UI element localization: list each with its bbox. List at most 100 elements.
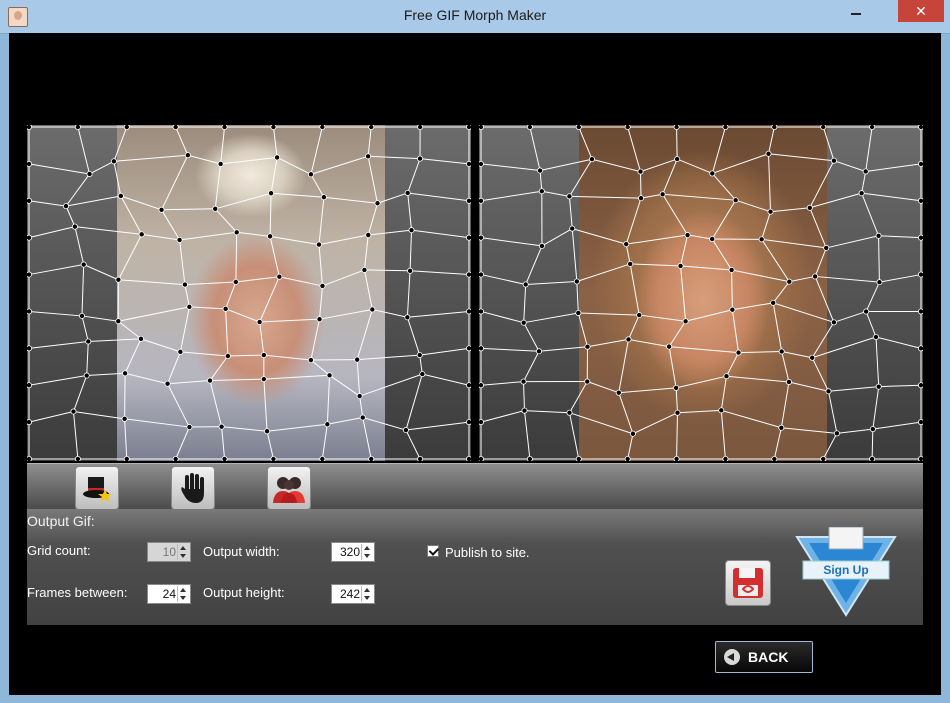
source-image-panel[interactable]: [27, 125, 471, 461]
mesh-control-point[interactable]: [479, 382, 484, 389]
mesh-control-point[interactable]: [466, 197, 471, 204]
mesh-control-point[interactable]: [873, 334, 880, 341]
mesh-control-point[interactable]: [138, 231, 145, 238]
people-button[interactable]: [267, 466, 311, 510]
mesh-control-point[interactable]: [27, 125, 32, 130]
mesh-control-point[interactable]: [138, 335, 145, 342]
mesh-control-point[interactable]: [222, 305, 229, 312]
mesh-control-point[interactable]: [666, 343, 673, 350]
mesh-control-point[interactable]: [233, 229, 240, 236]
mesh-control-point[interactable]: [636, 312, 643, 319]
back-button[interactable]: BACK: [715, 641, 813, 673]
mesh-control-point[interactable]: [771, 456, 778, 461]
mesh-control-point[interactable]: [479, 271, 484, 278]
mesh-control-point[interactable]: [62, 203, 69, 210]
mesh-control-point[interactable]: [728, 266, 735, 273]
mesh-control-point[interactable]: [361, 266, 368, 273]
mesh-control-point[interactable]: [858, 190, 865, 197]
mesh-control-point[interactable]: [206, 377, 213, 384]
mesh-control-point[interactable]: [479, 419, 484, 426]
mesh-control-point[interactable]: [85, 338, 92, 345]
mesh-control-point[interactable]: [718, 407, 725, 414]
mesh-control-point[interactable]: [417, 155, 424, 162]
mesh-control-point[interactable]: [320, 194, 327, 201]
mesh-control-point[interactable]: [369, 306, 376, 313]
mesh-control-point[interactable]: [659, 191, 666, 198]
mesh-control-point[interactable]: [307, 357, 314, 364]
grid-count-spin-arrows-icon[interactable]: [177, 544, 189, 560]
mesh-control-point[interactable]: [256, 319, 263, 326]
mesh-control-point[interactable]: [270, 125, 277, 130]
mesh-control-point[interactable]: [466, 234, 471, 241]
mesh-control-point[interactable]: [74, 125, 81, 130]
mesh-control-point[interactable]: [833, 430, 840, 437]
mesh-control-point[interactable]: [830, 157, 837, 164]
mesh-control-point[interactable]: [786, 278, 793, 285]
mesh-control-points[interactable]: [479, 125, 923, 461]
mesh-control-point[interactable]: [186, 424, 193, 431]
mesh-control-point[interactable]: [123, 125, 130, 130]
mesh-control-point[interactable]: [417, 125, 424, 130]
mesh-control-point[interactable]: [218, 423, 225, 430]
mesh-control-point[interactable]: [172, 125, 179, 130]
mesh-control-point[interactable]: [538, 242, 545, 249]
mesh-control-point[interactable]: [27, 345, 32, 352]
mesh-control-point[interactable]: [918, 345, 923, 352]
mesh-control-point[interactable]: [575, 309, 582, 316]
mesh-control-point[interactable]: [729, 306, 736, 313]
mesh-control-point[interactable]: [27, 197, 32, 204]
mesh-control-point[interactable]: [221, 456, 228, 461]
mesh-control-point[interactable]: [785, 378, 792, 385]
mesh-control-point[interactable]: [368, 456, 375, 461]
mesh-control-point[interactable]: [538, 188, 545, 195]
mesh-control-point[interactable]: [875, 383, 882, 390]
mesh-control-point[interactable]: [164, 380, 171, 387]
mesh-control-point[interactable]: [735, 349, 742, 356]
mesh-control-point[interactable]: [526, 456, 533, 461]
mesh-control-point[interactable]: [722, 125, 729, 130]
mesh-control-point[interactable]: [709, 235, 716, 242]
mesh-control-point[interactable]: [479, 125, 484, 130]
mesh-control-point[interactable]: [324, 421, 331, 428]
mesh-control-point[interactable]: [264, 428, 271, 435]
mesh-control-point[interactable]: [876, 279, 883, 286]
mesh-control-point[interactable]: [723, 373, 730, 380]
mesh-control-point[interactable]: [573, 278, 580, 285]
mesh-control-point[interactable]: [522, 281, 529, 288]
mesh-control-point[interactable]: [270, 456, 277, 461]
mesh-control-point[interactable]: [27, 234, 32, 241]
mesh-control-point[interactable]: [625, 336, 632, 343]
mesh-control-point[interactable]: [875, 232, 882, 239]
mesh-control-point[interactable]: [778, 348, 785, 355]
mesh-control-point[interactable]: [569, 225, 576, 232]
mesh-control-point[interactable]: [186, 303, 193, 310]
mesh-control-point[interactable]: [627, 260, 634, 267]
mesh-control-point[interactable]: [479, 197, 484, 204]
mesh-control-point[interactable]: [466, 456, 471, 461]
mesh-control-point[interactable]: [74, 456, 81, 461]
mesh-control-point[interactable]: [181, 281, 188, 288]
mesh-control-point[interactable]: [778, 424, 785, 431]
mesh-control-point[interactable]: [684, 232, 691, 239]
mesh-control-point[interactable]: [326, 372, 333, 379]
mesh-control-point[interactable]: [158, 206, 165, 213]
mesh-control-point[interactable]: [479, 234, 484, 241]
mesh-control-point[interactable]: [319, 456, 326, 461]
output-width-spin-arrows-icon[interactable]: [361, 544, 373, 560]
mesh-control-point[interactable]: [566, 409, 573, 416]
mesh-control-point[interactable]: [267, 233, 274, 240]
mesh-control-point[interactable]: [316, 316, 323, 323]
mesh-control-point[interactable]: [172, 456, 179, 461]
mesh-control-point[interactable]: [402, 427, 409, 434]
mesh-control-point[interactable]: [80, 261, 87, 268]
mesh-control-point[interactable]: [466, 419, 471, 426]
mesh-control-point[interactable]: [732, 197, 739, 204]
mesh-control-point[interactable]: [356, 393, 363, 400]
hand-tool-button[interactable]: [171, 466, 215, 510]
mesh-control-point[interactable]: [673, 456, 680, 461]
mesh-control-point[interactable]: [918, 271, 923, 278]
mesh-control-point[interactable]: [629, 430, 636, 437]
mesh-control-point[interactable]: [70, 408, 77, 415]
mesh-control-point[interactable]: [918, 308, 923, 315]
mesh-control-point[interactable]: [674, 156, 681, 163]
